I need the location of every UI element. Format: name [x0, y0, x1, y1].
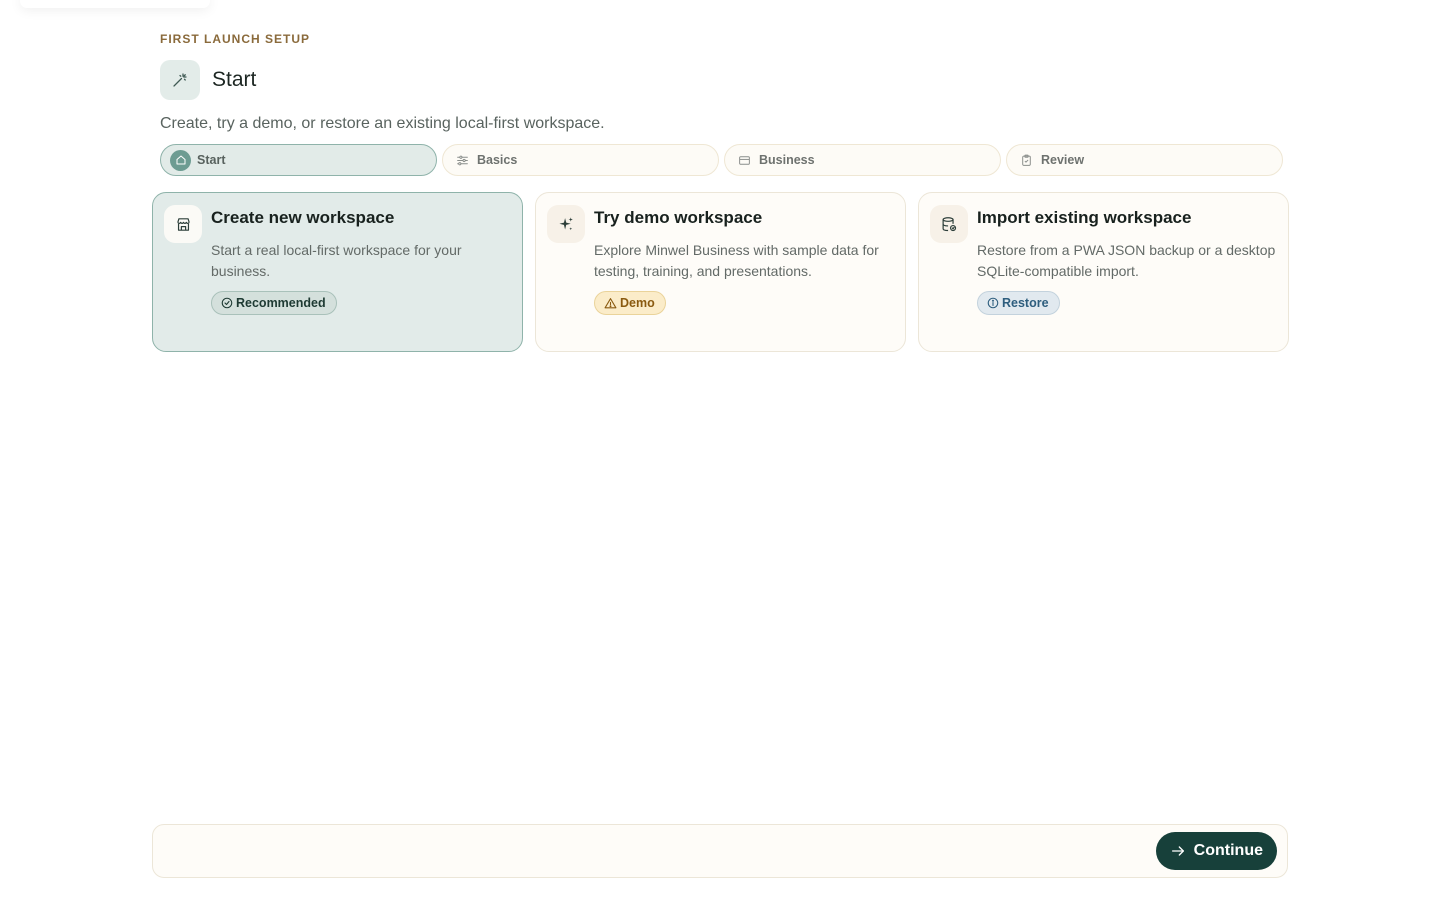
- arrow-right-icon: [1170, 843, 1186, 859]
- sparkles-icon: [547, 205, 585, 243]
- card-title: Import existing workspace: [977, 208, 1192, 227]
- card-description: Explore Minwel Business with sample data…: [594, 242, 879, 279]
- warning-icon: [604, 297, 617, 310]
- continue-label: Continue: [1193, 842, 1263, 859]
- demo-workspace-card[interactable]: Try demo workspace Explore Minwel Busine…: [535, 192, 906, 352]
- badge-label: Recommended: [236, 296, 326, 310]
- page-title: Start: [212, 68, 257, 91]
- page-subtitle: Create, try a demo, or restore an existi…: [160, 115, 605, 132]
- step-business[interactable]: Business: [724, 144, 1001, 176]
- workspace-options: Create new workspace Start a real local-…: [152, 192, 1289, 352]
- storefront-icon: [164, 205, 202, 243]
- step-label: Review: [1041, 153, 1085, 167]
- info-icon: [987, 297, 999, 309]
- step-basics[interactable]: Basics: [442, 144, 719, 176]
- eyebrow-label: FIRST LAUNCH SETUP: [160, 32, 310, 46]
- top-shadow-decoration: [20, 0, 210, 8]
- step-label: Business: [759, 153, 815, 167]
- card-title: Try demo workspace: [594, 208, 763, 227]
- setup-page: FIRST LAUNCH SETUP Start Create, try a d…: [0, 0, 1440, 900]
- import-workspace-card[interactable]: Import existing workspace Restore from a…: [918, 192, 1289, 352]
- card-description: Restore from a PWA JSON backup or a desk…: [977, 242, 1276, 279]
- continue-button[interactable]: Continue: [1155, 832, 1277, 870]
- magic-wand-icon: [160, 60, 200, 100]
- demo-badge: Demo: [594, 291, 666, 315]
- recommended-badge: Recommended: [211, 291, 337, 315]
- step-review[interactable]: Review: [1006, 144, 1283, 176]
- check-circle-icon: [221, 297, 233, 309]
- step-label: Basics: [477, 153, 518, 167]
- step-label: Start: [197, 153, 226, 167]
- setup-stepper: Start Basics Business Review: [160, 144, 1283, 176]
- create-workspace-card[interactable]: Create new workspace Start a real local-…: [152, 192, 523, 352]
- badge-label: Restore: [1002, 296, 1049, 310]
- store-icon: [737, 153, 751, 167]
- footer-bar: Continue: [152, 824, 1288, 878]
- restore-badge: Restore: [977, 291, 1060, 315]
- sliders-icon: [455, 153, 469, 167]
- clipboard-check-icon: [1019, 153, 1033, 167]
- home-icon: [170, 149, 191, 171]
- card-title: Create new workspace: [211, 208, 395, 227]
- badge-label: Demo: [620, 296, 655, 310]
- database-icon: [930, 205, 968, 243]
- step-start[interactable]: Start: [160, 144, 437, 176]
- card-description: Start a real local-first workspace for y…: [211, 242, 462, 279]
- page-header: Start: [160, 60, 256, 100]
